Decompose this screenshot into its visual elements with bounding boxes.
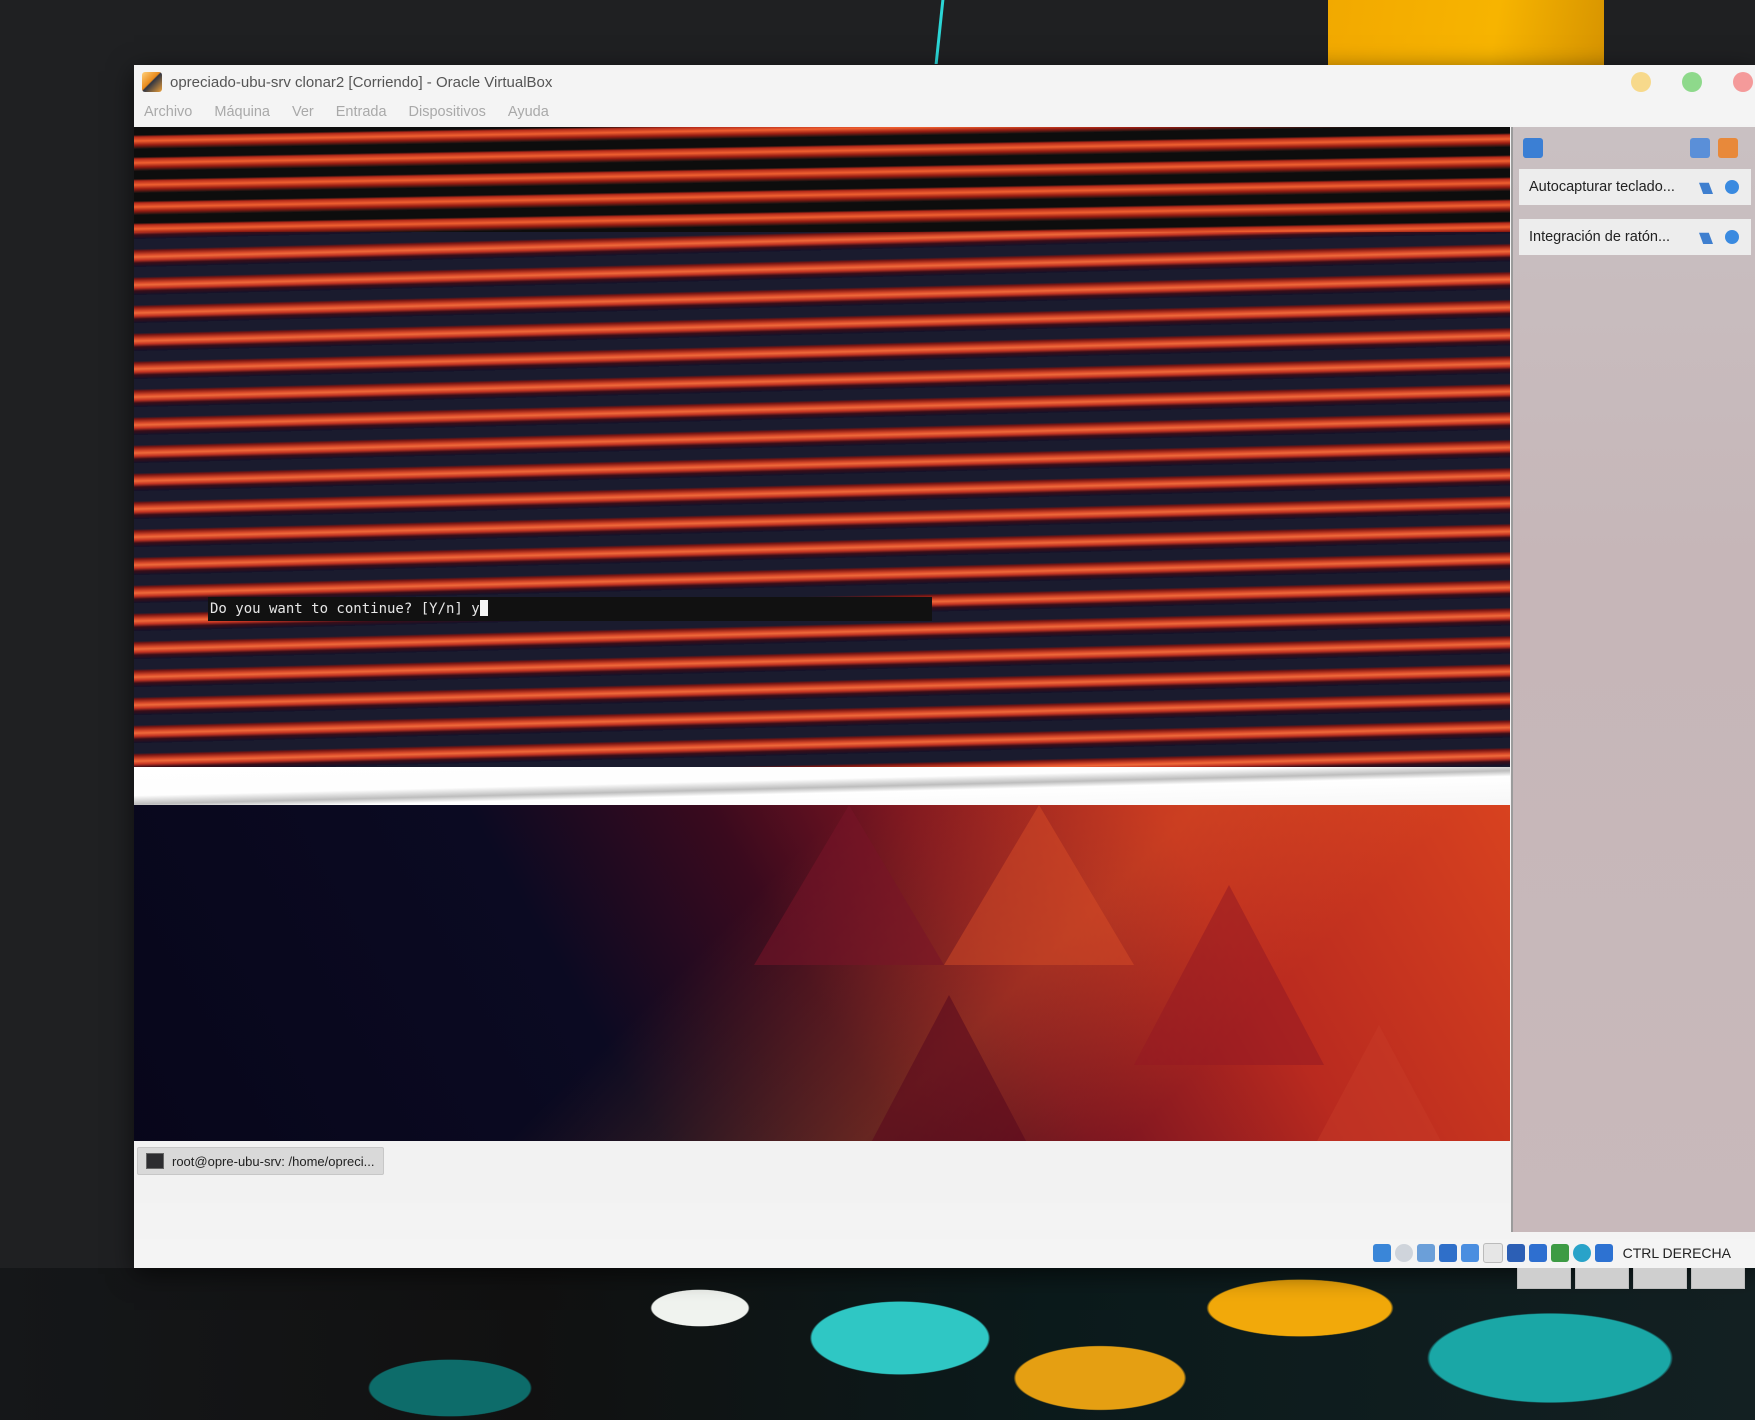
wallpaper-triangle xyxy=(754,805,944,965)
vm-taskbar: root@opre-ubu-srv: /home/opreci... xyxy=(134,1141,1510,1203)
terminal-icon xyxy=(146,1153,164,1169)
vm-glitched-screen-top xyxy=(134,127,1510,232)
terminal-prompt-text: Do you want to continue? [Y/n] y xyxy=(210,601,480,617)
audio-icon[interactable] xyxy=(1416,1244,1435,1262)
notification-tab[interactable] xyxy=(1691,1265,1745,1289)
notification-label: Autocapturar teclado... xyxy=(1529,179,1675,195)
taskbar-terminal-button[interactable]: root@opre-ubu-srv: /home/opreci... xyxy=(137,1147,384,1175)
close-button[interactable] xyxy=(1733,72,1753,92)
desktop-wallpaper-top-orange xyxy=(1328,0,1604,66)
vm-display[interactable]: Do you want to continue? [Y/n] y xyxy=(134,127,1510,1203)
status-indicators: CTRL DERECHA xyxy=(1372,1243,1731,1263)
taskbar-terminal-label: root@opre-ubu-srv: /home/opreci... xyxy=(172,1153,375,1169)
notification-tab[interactable] xyxy=(1517,1265,1571,1289)
notification-tab[interactable] xyxy=(1633,1265,1687,1289)
menu-dispositivos[interactable]: Dispositivos xyxy=(409,104,486,120)
notification-tab[interactable] xyxy=(1575,1265,1629,1289)
menu-bar: Archivo Máquina Ver Entrada Dispositivos… xyxy=(134,99,1755,125)
menu-archivo[interactable]: Archivo xyxy=(144,104,192,120)
keyboard-icon[interactable] xyxy=(1594,1244,1613,1262)
optical-drive-icon[interactable] xyxy=(1394,1244,1413,1262)
window-title: opreciado-ubu-srv clonar2 [Corriendo] - … xyxy=(170,73,553,91)
terminal-prompt-line[interactable]: Do you want to continue? [Y/n] y xyxy=(208,597,932,621)
virtualbox-app-icon xyxy=(142,72,162,92)
notification-label: Integración de ratón... xyxy=(1529,229,1671,245)
wallpaper-triangle xyxy=(944,805,1134,965)
maximize-button[interactable] xyxy=(1682,72,1702,92)
terminal-cursor xyxy=(479,600,488,616)
window-controls xyxy=(1631,72,1755,92)
mouse-integration-icon[interactable] xyxy=(1572,1244,1591,1262)
help-icon[interactable] xyxy=(1699,232,1713,244)
desktop-wallpaper-line xyxy=(934,0,945,64)
notification-center-toolbar xyxy=(1513,127,1755,169)
cpu-icon[interactable] xyxy=(1550,1244,1569,1262)
menu-ver[interactable]: Ver xyxy=(292,104,314,120)
notification-mouse-integration[interactable]: Integración de ratón... xyxy=(1519,219,1751,255)
usb-icon[interactable] xyxy=(1460,1244,1479,1262)
close-notification-icon[interactable] xyxy=(1725,180,1739,194)
hard-disk-icon[interactable] xyxy=(1372,1244,1391,1262)
notification-center-panel: Autocapturar teclado... Integración de r… xyxy=(1511,127,1755,1289)
desktop-wallpaper-swirl xyxy=(0,1268,1755,1420)
toggle-sort-icon[interactable] xyxy=(1690,138,1710,158)
menu-ayuda[interactable]: Ayuda xyxy=(508,104,549,120)
notification-keyboard-autocapture[interactable]: Autocapturar teclado... xyxy=(1519,169,1751,205)
close-all-notifications-icon[interactable] xyxy=(1718,138,1738,158)
vm-glitch-white-band xyxy=(134,767,1510,805)
menu-entrada[interactable]: Entrada xyxy=(336,104,387,120)
help-icon[interactable] xyxy=(1699,182,1713,194)
host-key-label: CTRL DERECHA xyxy=(1622,1245,1731,1261)
close-notification-icon[interactable] xyxy=(1725,230,1739,244)
status-bar: CTRL DERECHA xyxy=(134,1239,1755,1268)
notification-alert-icon[interactable] xyxy=(1523,138,1543,158)
menu-maquina[interactable]: Máquina xyxy=(214,104,270,120)
virtualbox-window: opreciado-ubu-srv clonar2 [Corriendo] - … xyxy=(134,65,1755,1289)
title-bar[interactable]: opreciado-ubu-srv clonar2 [Corriendo] - … xyxy=(134,65,1755,99)
network-icon[interactable] xyxy=(1438,1244,1457,1262)
video-capture-icon[interactable] xyxy=(1528,1244,1547,1262)
notification-center-bottom-tabs xyxy=(1513,1265,1755,1293)
display-icon[interactable] xyxy=(1506,1244,1525,1262)
minimize-button[interactable] xyxy=(1631,72,1651,92)
shared-folders-icon[interactable] xyxy=(1482,1243,1503,1263)
